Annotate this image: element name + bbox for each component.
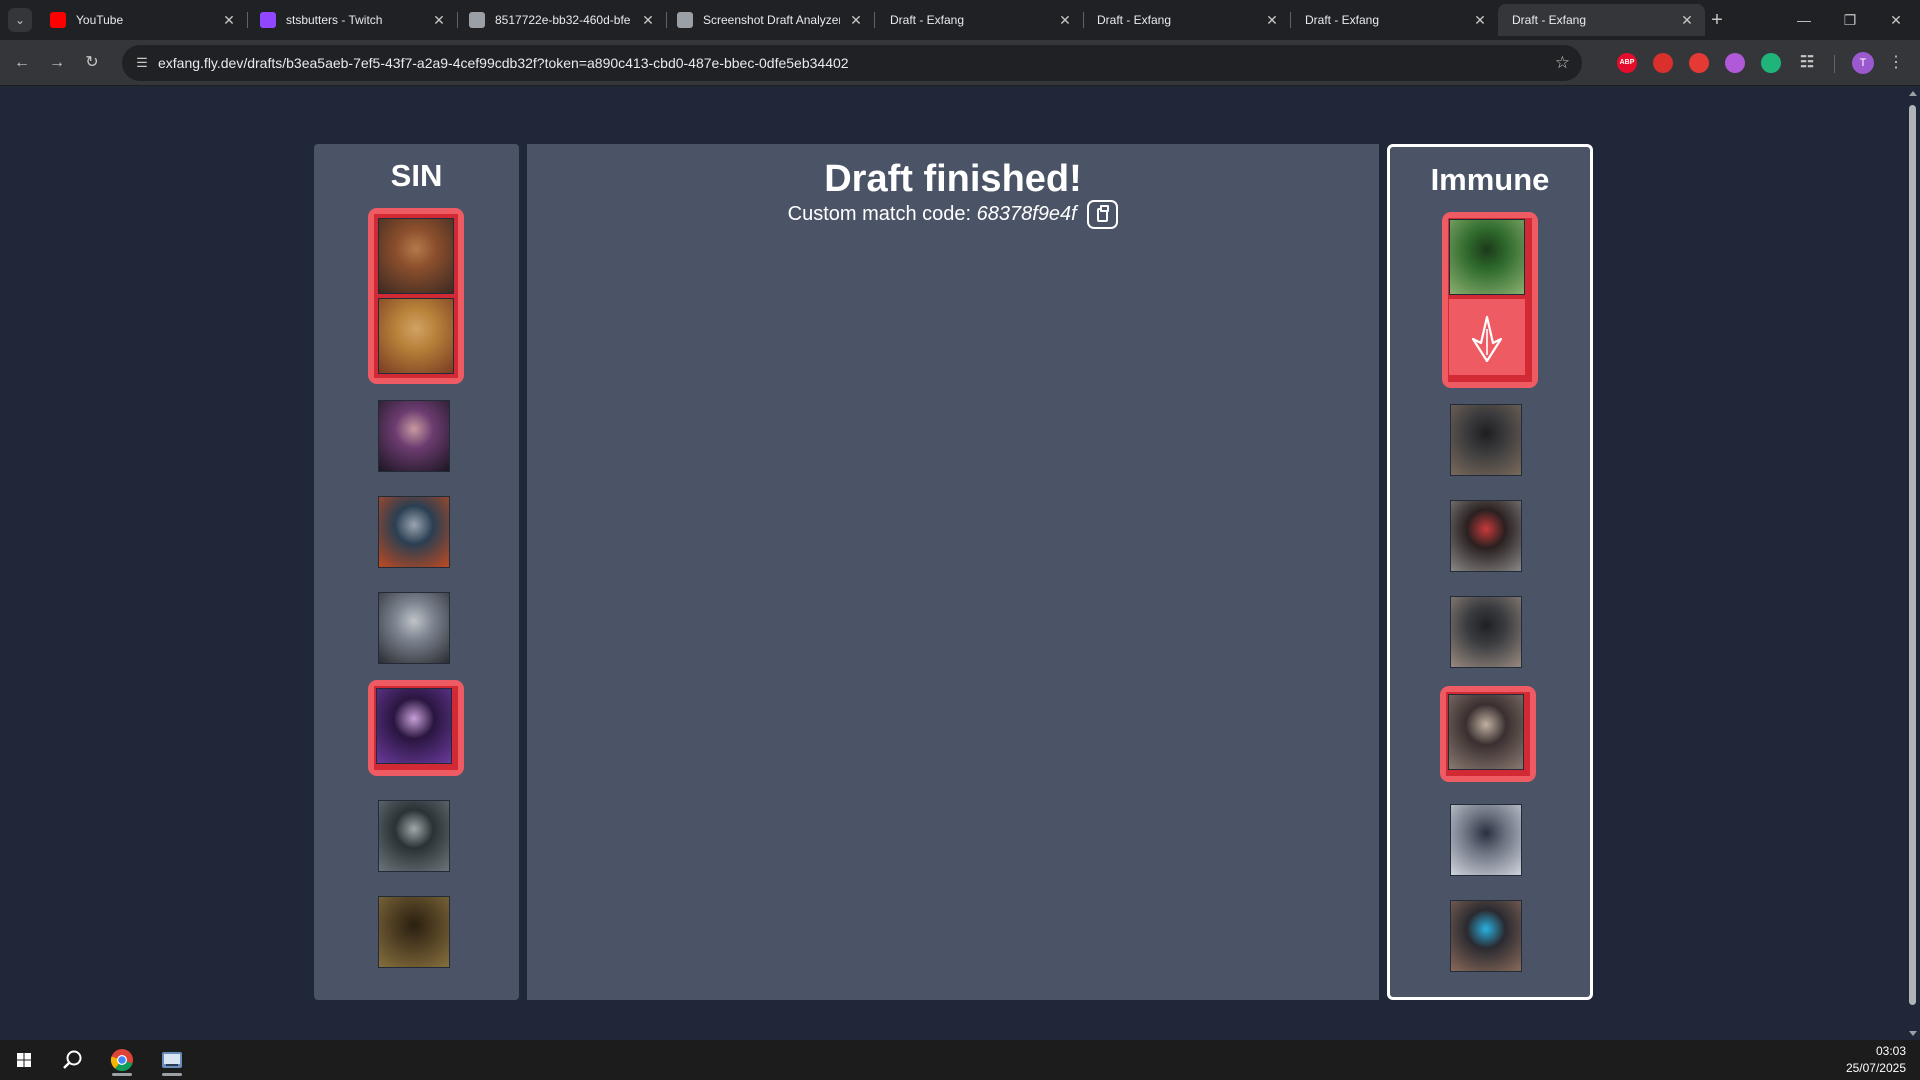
tab-separator: [247, 12, 248, 28]
browser-tab[interactable]: Draft - Exfang ✕: [876, 4, 1084, 36]
pick-portrait-dark-haired-woman[interactable]: [378, 400, 450, 472]
search-icon[interactable]: [52, 1044, 92, 1076]
match-code-value[interactable]: 68378f9e4f: [977, 203, 1077, 225]
scroll-up-arrow-icon[interactable]: [1909, 91, 1917, 96]
back-arrow-icon[interactable]: ←: [8, 49, 36, 77]
pick-portrait-masked-mechanic[interactable]: [1450, 500, 1522, 572]
tab-title: Draft - Exfang: [890, 13, 965, 27]
tab-title: Draft - Exfang: [1305, 13, 1380, 27]
toolbar-divider: [1834, 55, 1835, 73]
windows-start-icon[interactable]: [4, 1044, 44, 1076]
exfang-logo-icon: [1471, 315, 1503, 363]
scroll-down-arrow-icon[interactable]: [1909, 1031, 1917, 1036]
tab-title: 8517722e-bb32-460d-bfe: [495, 13, 631, 27]
youtube-icon: [50, 12, 66, 28]
restore-button[interactable]: ❐: [1827, 0, 1873, 40]
close-tab-icon[interactable]: ✕: [1057, 4, 1073, 36]
browser-tab[interactable]: Draft - Exfang ✕: [1498, 4, 1705, 36]
close-tab-icon[interactable]: ✕: [431, 4, 447, 36]
tab-title: Draft - Exfang: [1097, 13, 1172, 27]
new-tab-button[interactable]: +: [1703, 6, 1731, 34]
pick-portrait-brunette-girl[interactable]: [1450, 900, 1522, 972]
clock-time: 03:03: [1875, 1044, 1906, 1058]
pick-portrait-tree-beast[interactable]: [378, 896, 450, 968]
tab-separator: [874, 12, 875, 28]
purple-compass-extension-icon[interactable]: [1725, 53, 1745, 73]
forward-arrow-icon[interactable]: →: [43, 49, 71, 77]
reload-icon[interactable]: ↻: [78, 49, 106, 77]
pick-portrait-female-soldier[interactable]: [1450, 596, 1522, 668]
address-bar[interactable]: ☰ exfang.fly.dev/drafts/b3ea5aeb-7ef5-43…: [122, 45, 1582, 81]
adblock-plus-icon[interactable]: ABP: [1617, 53, 1637, 73]
extensions-puzzle-icon[interactable]: ☷: [1797, 53, 1817, 73]
clock-date: 25/07/2025: [1845, 1061, 1906, 1075]
pick-portrait-spiked-creature[interactable]: [378, 800, 450, 872]
chrome-taskbar-icon[interactable]: [102, 1044, 142, 1076]
pick-portrait-orange-robot[interactable]: [378, 496, 450, 568]
pick-portrait-white-haired-knight[interactable]: [1450, 804, 1522, 876]
match-code-label: Custom match code:: [787, 202, 977, 225]
browser-tab[interactable]: YouTube ✕: [40, 4, 248, 36]
browser-tab-strip: ⌄ YouTube ✕ stsbutters - Twitch ✕ 8517722e-b…: [0, 0, 1920, 40]
tab-title: Screenshot Draft Analyzer: [703, 13, 840, 27]
site-info-icon[interactable]: ☰: [132, 53, 152, 73]
profile-avatar[interactable]: T: [1852, 52, 1874, 74]
browser-tab[interactable]: stsbutters - Twitch ✕: [250, 4, 458, 36]
team-right-panel: Immune: [1387, 144, 1593, 1000]
tab-title: Draft - Exfang: [1512, 13, 1587, 27]
close-tab-icon[interactable]: ✕: [1472, 4, 1488, 36]
ban-portrait-warrior-with-rifle: [378, 218, 454, 294]
globe-icon: [469, 12, 485, 28]
browser-tab[interactable]: Draft - Exfang ✕: [1291, 4, 1498, 36]
team-left-name: SIN: [390, 158, 443, 193]
ban-portrait-empty-ban-logo: [1449, 299, 1525, 375]
browser-menu-icon[interactable]: ⋮: [1884, 50, 1908, 76]
red-circle-extension-icon[interactable]: [1653, 53, 1673, 73]
custom-match-code-row: Custom match code: 68378f9e4f: [527, 200, 1379, 229]
green-smiley-extension-icon[interactable]: [1761, 53, 1781, 73]
pick-portrait-soldier-woman[interactable]: [1450, 404, 1522, 476]
tab-separator: [457, 12, 458, 28]
minimize-button[interactable]: —: [1781, 0, 1827, 40]
browser-toolbar: ← → ↻ ☰ exfang.fly.dev/drafts/b3ea5aeb-7…: [0, 40, 1920, 86]
active-indicator: [162, 1073, 182, 1076]
page-scrollbar[interactable]: [1905, 87, 1920, 1040]
tab-title: YouTube: [76, 13, 124, 27]
pick-portrait-wolf-beast[interactable]: [1448, 694, 1524, 770]
team-right-name: Immune: [1430, 162, 1550, 197]
pick-portrait-bearded-engineer[interactable]: [378, 592, 450, 664]
close-tab-icon[interactable]: ✕: [1264, 4, 1280, 36]
bookmark-star-icon[interactable]: ☆: [1555, 51, 1570, 75]
active-indicator: [112, 1073, 132, 1076]
close-tab-icon[interactable]: ✕: [221, 4, 237, 36]
team-left-panel: SIN: [314, 144, 519, 1000]
hand-extension-icon[interactable]: [1689, 53, 1709, 73]
tab-title: stsbutters - Twitch: [286, 13, 383, 27]
browser-tab[interactable]: Draft - Exfang ✕: [1083, 4, 1291, 36]
close-tab-icon[interactable]: ✕: [1679, 4, 1695, 36]
close-tab-icon[interactable]: ✕: [848, 4, 864, 36]
pick-portrait-hooded-assassin[interactable]: [376, 688, 452, 764]
draft-status-panel: Draft finished! Custom match code: 68378…: [527, 144, 1379, 1000]
copy-clipboard-button[interactable]: [1087, 200, 1119, 229]
browser-tab[interactable]: 8517722e-bb32-460d-bfe ✕: [459, 4, 667, 36]
clipboard-icon: [1097, 205, 1110, 222]
close-window-button[interactable]: ✕: [1873, 0, 1919, 40]
browser-tab[interactable]: Screenshot Draft Analyzer ✕: [667, 4, 875, 36]
openai-icon: [677, 12, 693, 28]
url-text[interactable]: exfang.fly.dev/drafts/b3ea5aeb-7ef5-43f7…: [158, 45, 849, 81]
tab-search-button[interactable]: ⌄: [8, 8, 32, 32]
system-clock[interactable]: 03:03 25/07/2025: [1846, 1043, 1906, 1077]
ban-portrait-green-haired-warrior: [1449, 219, 1525, 295]
draft-finished-title: Draft finished!: [824, 158, 1082, 200]
close-tab-icon[interactable]: ✕: [640, 4, 656, 36]
twitch-icon: [260, 12, 276, 28]
app-taskbar-icon[interactable]: [152, 1044, 192, 1076]
scrollbar-thumb[interactable]: [1909, 105, 1916, 1005]
ban-portrait-monkey-king: [378, 298, 454, 374]
windows-taskbar: 03:03 25/07/2025: [0, 1040, 1920, 1080]
